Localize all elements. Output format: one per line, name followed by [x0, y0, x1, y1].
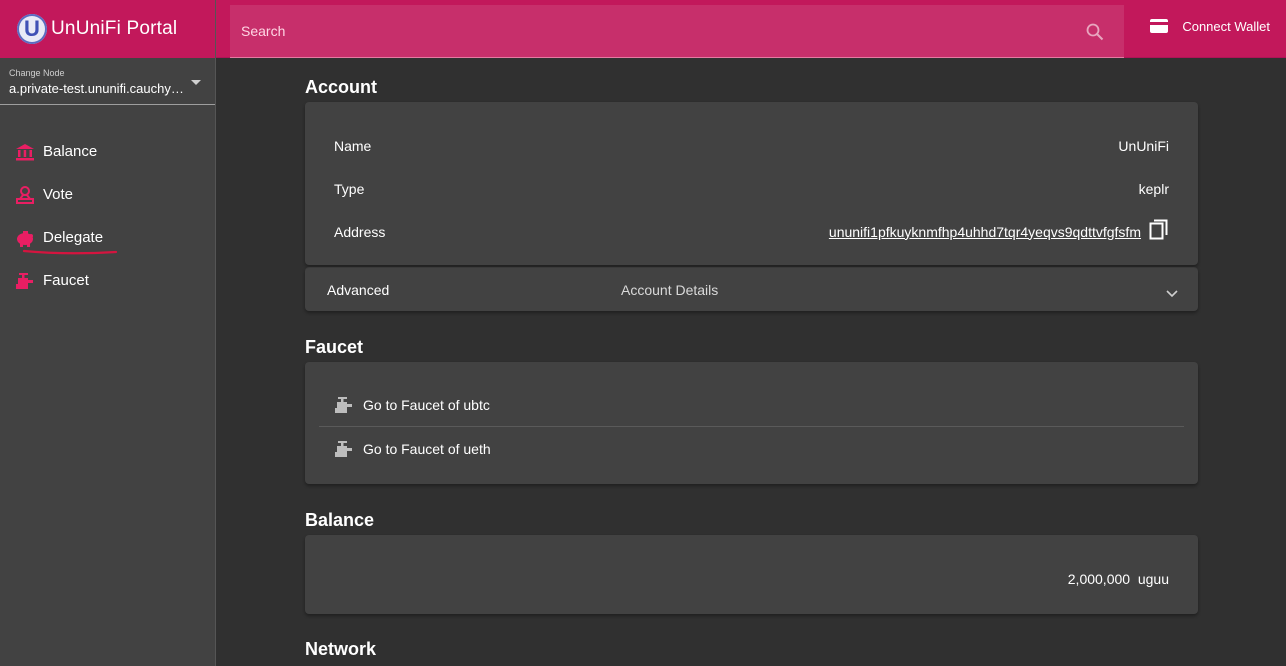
- search-input[interactable]: [241, 23, 1061, 39]
- faucet-link-ueth[interactable]: Go to Faucet of ueth: [319, 427, 1184, 470]
- sidebar-item-label: Vote: [43, 186, 74, 203]
- network-section-title: Network: [305, 639, 377, 659]
- advanced-description: Account Details: [621, 281, 719, 298]
- account-card: Name UnUniFi Type keplr Address ununifi1…: [305, 102, 1198, 265]
- faucet-icon: [335, 440, 352, 457]
- search-field[interactable]: [230, 5, 1124, 58]
- address-link[interactable]: ununifi1pfkuyknmfhp4uhhd7tqr4yeqvs9qdttv…: [829, 224, 1141, 240]
- app-title: UnUniFi Portal: [51, 18, 178, 39]
- piggy-bank-icon: [15, 228, 35, 248]
- faucet-icon: [15, 271, 35, 291]
- connect-wallet-label: Connect Wallet: [1182, 18, 1270, 34]
- sidebar-item-faucet[interactable]: Faucet: [0, 259, 215, 302]
- annotation-underline: [22, 249, 118, 255]
- caret-down-icon: [191, 80, 201, 85]
- connect-wallet-button[interactable]: Connect Wallet: [1149, 18, 1270, 34]
- node-select-label: Change Node: [9, 68, 65, 78]
- sidebar-item-balance[interactable]: Balance: [0, 130, 215, 173]
- sidebar-item-label: Balance: [43, 143, 98, 160]
- account-name-row: Name UnUniFi: [334, 124, 1169, 167]
- sidebar-item-delegate[interactable]: Delegate: [0, 216, 215, 259]
- account-type-row: Type keplr: [334, 167, 1169, 210]
- advanced-expansion-panel[interactable]: Advanced Account Details: [305, 267, 1198, 311]
- name-value: UnUniFi: [1118, 137, 1169, 154]
- app-logo: U: [17, 14, 47, 44]
- sidebar-item-label: Delegate: [43, 229, 104, 246]
- balance-amount: 2,000,000: [1067, 571, 1131, 587]
- address-group: ununifi1pfkuyknmfhp4uhhd7tqr4yeqvs9qdttv…: [829, 219, 1169, 244]
- address-label: Address: [334, 223, 386, 240]
- change-node-select[interactable]: Change Node a.private-test.ununifi.cauch…: [0, 58, 215, 105]
- type-label: Type: [334, 180, 365, 197]
- vote-icon: [15, 185, 35, 205]
- name-label: Name: [334, 137, 372, 154]
- main-content: Account Name UnUniFi Type keplr Address …: [305, 58, 1198, 664]
- search-icon[interactable]: [1086, 23, 1104, 46]
- faucet-link-label: Go to Faucet of ueth: [363, 440, 491, 457]
- balance-section-title: Balance: [305, 510, 375, 530]
- sidebar: U UnUniFi Portal Change Node a.private-t…: [0, 0, 216, 666]
- account-section-title: Account: [305, 77, 377, 97]
- sidebar-item-label: Faucet: [43, 272, 89, 289]
- balance-card: 2,000,000 uguu: [305, 535, 1198, 614]
- faucet-link-ubtc[interactable]: Go to Faucet of ubtc: [319, 383, 1184, 426]
- copy-icon[interactable]: [1149, 219, 1169, 244]
- top-app-bar: Connect Wallet: [216, 0, 1286, 58]
- node-select-value: a.private-test.ununifi.cauchye.net: [9, 81, 191, 96]
- type-value: keplr: [1138, 180, 1169, 197]
- balance-value: 2,000,000 uguu: [1068, 571, 1169, 587]
- sidebar-item-vote[interactable]: Vote: [0, 173, 215, 216]
- faucet-card: Go to Faucet of ubtc Go to Faucet of uet…: [305, 362, 1198, 484]
- wallet-icon: [1150, 19, 1169, 33]
- account-address-row: Address ununifi1pfkuyknmfhp4uhhd7tqr4yeq…: [334, 210, 1169, 253]
- faucet-section-title: Faucet: [305, 337, 364, 357]
- chevron-down-icon: [1166, 285, 1178, 301]
- advanced-label: Advanced: [327, 281, 390, 298]
- brand[interactable]: U UnUniFi Portal: [0, 0, 215, 58]
- balance-denom: uguu: [1137, 571, 1169, 587]
- faucet-icon: [335, 396, 352, 413]
- faucet-link-label: Go to Faucet of ubtc: [363, 396, 490, 413]
- bank-icon: [15, 142, 35, 162]
- sidebar-nav: Balance Vote Delegate Faucet: [0, 130, 215, 302]
